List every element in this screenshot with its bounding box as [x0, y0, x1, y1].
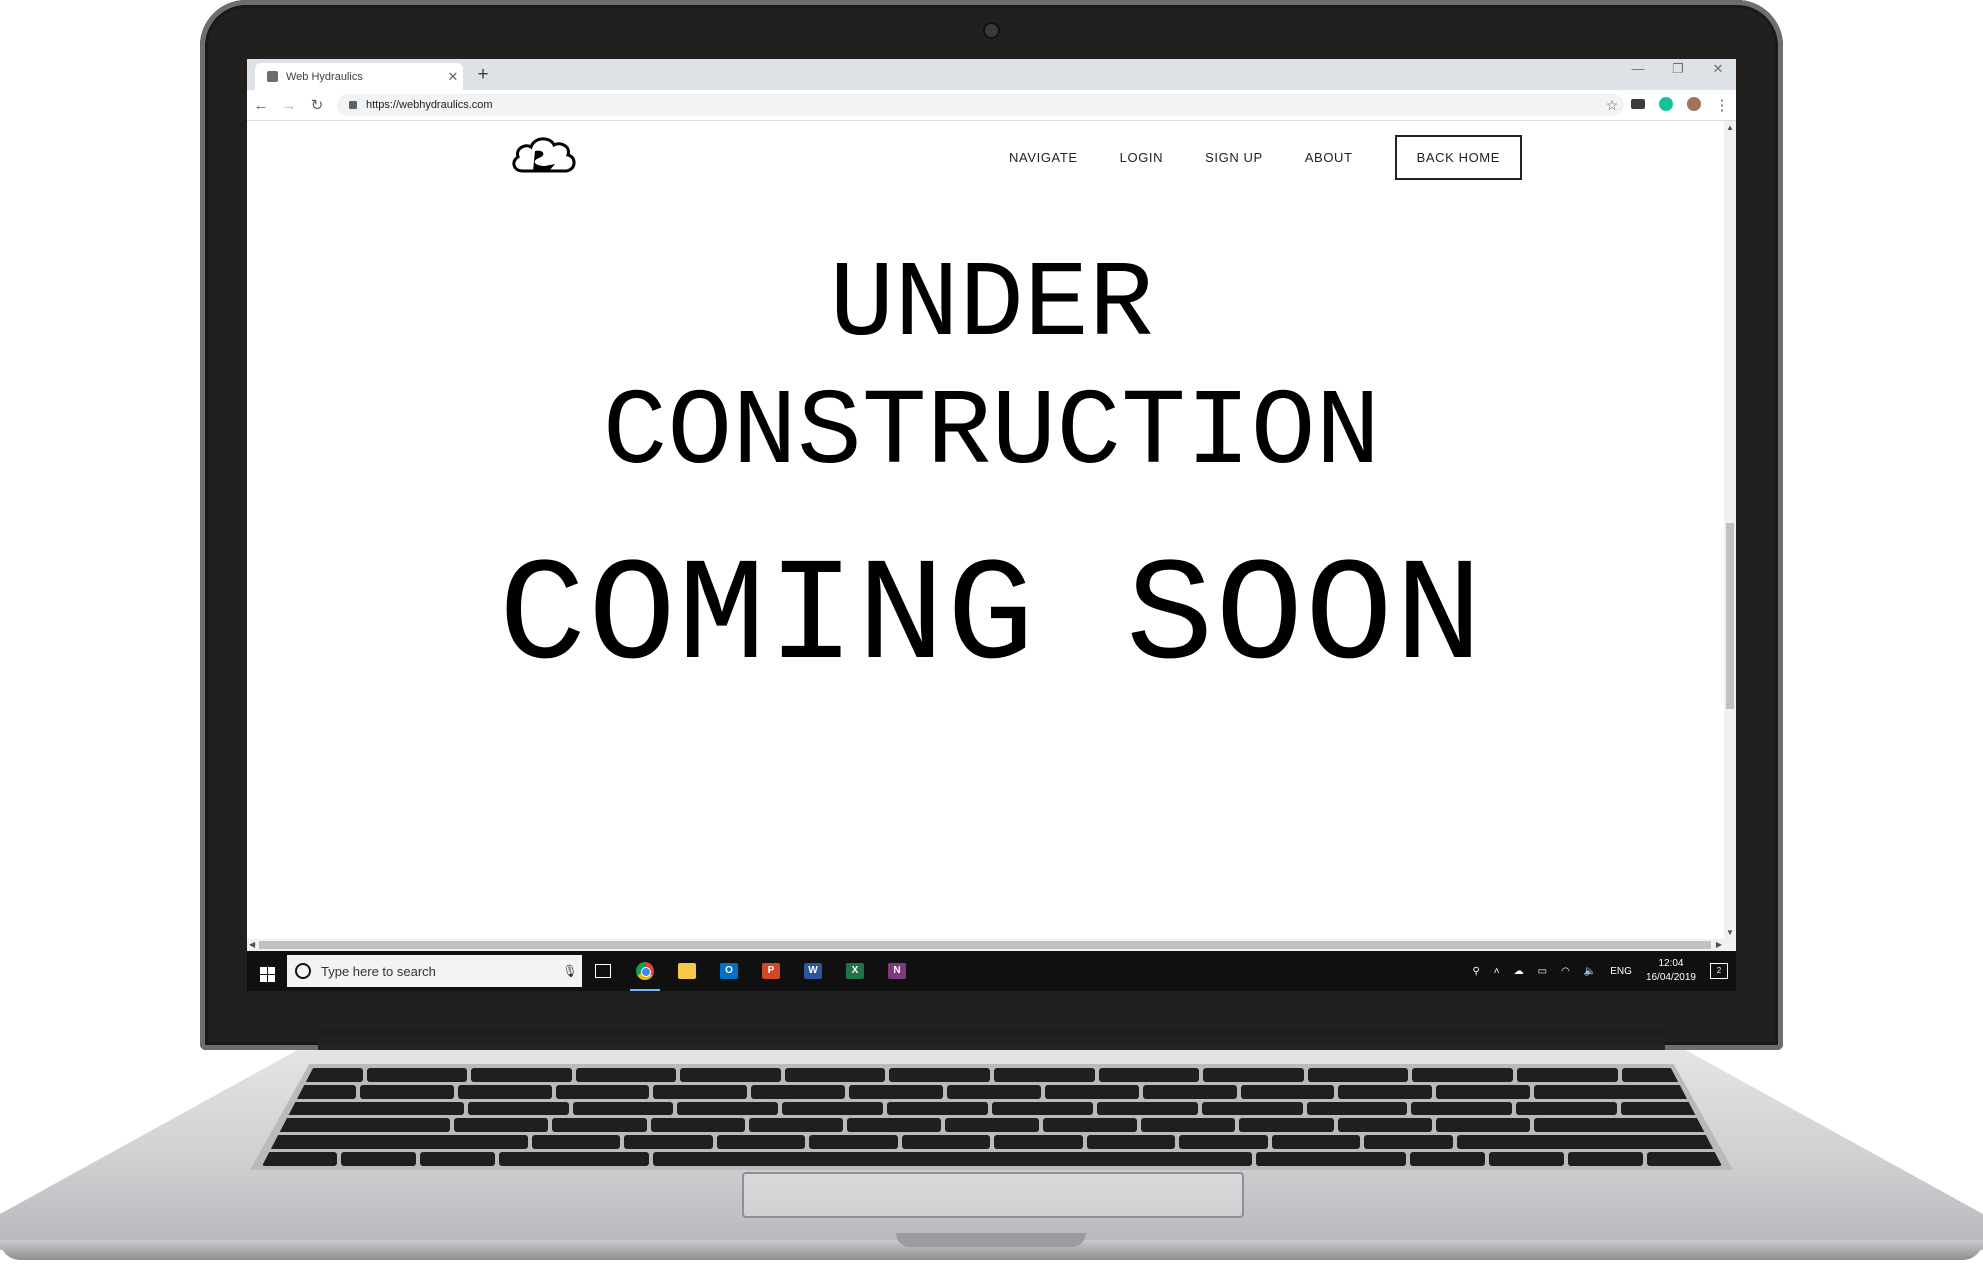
- scroll-up-icon[interactable]: ▲: [1726, 123, 1734, 132]
- taskbar-word[interactable]: W: [792, 951, 834, 991]
- restore-button[interactable]: ❐: [1666, 61, 1690, 77]
- windows-taskbar: Type here to search 🎙 O P W X N ⚲ ˄ ☁ ▭ …: [247, 951, 1736, 991]
- taskbar-onenote[interactable]: N: [876, 951, 918, 991]
- extension-icon[interactable]: [1624, 98, 1652, 112]
- headline-under: UNDER: [829, 245, 1154, 367]
- laptop-screen: Web Hydraulics ✕ + — ❐ ✕ ← → ↻ https://w…: [247, 59, 1736, 991]
- browser-tabstrip: Web Hydraulics ✕ + — ❐ ✕: [247, 59, 1736, 90]
- cortana-icon: [295, 963, 311, 979]
- excel-icon: X: [846, 963, 864, 979]
- back-home-button[interactable]: BACK HOME: [1394, 135, 1522, 180]
- folder-icon: [678, 963, 696, 979]
- nav-navigate[interactable]: NAVIGATE: [1009, 150, 1078, 165]
- powerpoint-icon: P: [762, 963, 780, 979]
- trackpad: [742, 1172, 1244, 1218]
- outlook-icon: O: [720, 963, 738, 979]
- back-button[interactable]: ←: [247, 97, 275, 114]
- taskbar-outlook[interactable]: O: [708, 951, 750, 991]
- window-controls: — ❐ ✕: [1626, 61, 1730, 77]
- nav-login[interactable]: LOGIN: [1120, 150, 1163, 165]
- microphone-icon[interactable]: 🎙: [558, 964, 582, 978]
- lock-icon: [349, 101, 357, 109]
- tab-title: Web Hydraulics: [286, 70, 363, 83]
- url-text[interactable]: https://webhydraulics.com: [366, 99, 1600, 111]
- favicon-icon: [267, 71, 278, 82]
- task-view-button[interactable]: [582, 951, 624, 991]
- browser-tab[interactable]: Web Hydraulics ✕: [255, 63, 463, 90]
- word-icon: W: [804, 963, 822, 979]
- close-window-button[interactable]: ✕: [1706, 61, 1730, 77]
- taskbar-chrome[interactable]: [624, 951, 666, 991]
- taskbar-powerpoint[interactable]: P: [750, 951, 792, 991]
- notification-center-icon[interactable]: 2: [1710, 963, 1728, 979]
- scroll-down-icon[interactable]: ▼: [1726, 928, 1734, 937]
- scroll-thumb[interactable]: [1726, 523, 1734, 709]
- profile-avatar-icon[interactable]: [1680, 96, 1708, 114]
- minimize-button[interactable]: —: [1626, 61, 1650, 77]
- close-tab-icon[interactable]: ✕: [443, 69, 463, 85]
- chrome-menu-button[interactable]: ⋮: [1708, 96, 1736, 114]
- taskbar-file-explorer[interactable]: [666, 951, 708, 991]
- nav-sign-up[interactable]: SIGN UP: [1205, 150, 1263, 165]
- chrome-icon: [636, 962, 654, 980]
- cloud-logo-icon[interactable]: [509, 133, 579, 177]
- address-bar[interactable]: https://webhydraulics.com ☆: [337, 94, 1624, 116]
- headline-construction: CONSTRUCTION: [602, 373, 1381, 495]
- scroll-thumb-horizontal[interactable]: [259, 941, 1711, 949]
- lid-notch: [896, 1233, 1086, 1247]
- vertical-scrollbar[interactable]: ▲ ▼: [1724, 121, 1736, 939]
- web-page: NAVIGATE LOGIN SIGN UP ABOUT BACK HOME U…: [247, 121, 1736, 939]
- laptop-frame: Web Hydraulics ✕ + — ❐ ✕ ← → ↻ https://w…: [0, 0, 1983, 1275]
- clock-time: 12:04: [1658, 958, 1684, 969]
- scroll-right-icon[interactable]: ▶: [1716, 940, 1722, 949]
- taskbar-excel[interactable]: X: [834, 951, 876, 991]
- wifi-icon[interactable]: ◠: [1561, 966, 1570, 977]
- reload-button[interactable]: ↻: [303, 96, 331, 114]
- start-button[interactable]: [247, 961, 287, 982]
- coming-soon-text: COMING SOON: [498, 535, 1485, 701]
- nav-about[interactable]: ABOUT: [1305, 150, 1353, 165]
- taskbar-search[interactable]: Type here to search 🎙: [287, 955, 582, 987]
- language-indicator[interactable]: ENG: [1610, 966, 1632, 977]
- battery-icon[interactable]: ▭: [1538, 966, 1547, 977]
- clock-date: 16/04/2019: [1645, 972, 1696, 983]
- chevron-up-icon[interactable]: ˄: [1494, 966, 1500, 977]
- scroll-left-icon[interactable]: ◀: [249, 940, 255, 949]
- browser-toolbar: ← → ↻ https://webhydraulics.com ☆ ⋮: [247, 90, 1736, 121]
- bookmark-star-icon[interactable]: ☆: [1600, 97, 1624, 114]
- search-placeholder: Type here to search: [321, 963, 436, 979]
- keyboard: [262, 1068, 1722, 1166]
- grammarly-icon[interactable]: [1652, 96, 1680, 114]
- people-icon[interactable]: ⚲: [1472, 966, 1479, 977]
- forward-button[interactable]: →: [275, 97, 303, 114]
- onenote-icon: N: [888, 963, 906, 979]
- windows-logo-icon: [259, 966, 275, 982]
- new-tab-button[interactable]: +: [471, 63, 495, 87]
- clock[interactable]: 12:04 16/04/2019: [1646, 957, 1696, 985]
- site-nav: NAVIGATE LOGIN SIGN UP ABOUT BACK HOME: [1009, 135, 1522, 180]
- onedrive-icon[interactable]: ☁: [1514, 966, 1524, 977]
- horizontal-scrollbar[interactable]: ◀ ▶: [247, 939, 1736, 951]
- task-view-icon: [595, 964, 611, 978]
- system-tray: ⚲ ˄ ☁ ▭ ◠ 🔈 ENG 12:04 16/04/2019 2: [1472, 957, 1736, 985]
- webcam: [983, 22, 1000, 39]
- volume-icon[interactable]: 🔈: [1584, 966, 1596, 977]
